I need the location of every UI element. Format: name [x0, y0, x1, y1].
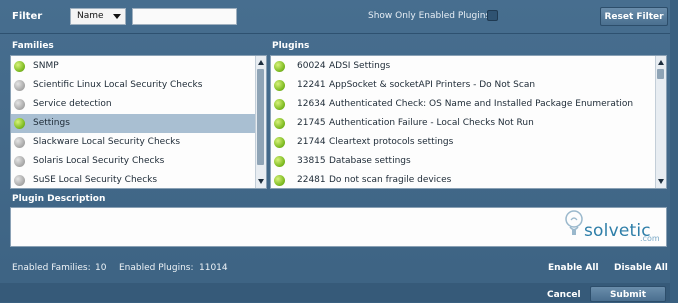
enabled-status-icon[interactable]: [274, 118, 285, 129]
plugin-id: 12241: [297, 80, 326, 90]
plugin-name: Authentication Failure - Local Checks No…: [329, 118, 534, 128]
scroll-up-icon[interactable]: [658, 60, 664, 65]
family-name: SuSE Local Security Checks: [33, 175, 158, 185]
show-only-enabled-label: Show Only Enabled Plugins: [368, 11, 491, 21]
filter-field-value: Name: [77, 11, 104, 21]
plugins-title: Plugins: [272, 41, 310, 51]
plugin-row[interactable]: 12634 Authenticated Check: OS Name and In…: [271, 95, 655, 114]
enabled-families-count: 10: [95, 263, 107, 273]
divider: [0, 33, 670, 34]
scroll-thumb[interactable]: [657, 69, 664, 79]
logo-domain: .com: [640, 234, 660, 243]
enabled-status-icon[interactable]: [274, 156, 285, 167]
plugin-id: 22481: [297, 175, 326, 185]
plugin-description-box: solvetic .com: [10, 207, 667, 247]
filter-label: Filter: [12, 11, 43, 22]
plugin-id: 60024: [297, 61, 326, 71]
disabled-status-icon[interactable]: [14, 99, 25, 110]
plugin-id: 21744: [297, 137, 326, 147]
family-name: SNMP: [33, 61, 59, 71]
filter-text-input[interactable]: [132, 8, 237, 25]
plugin-id: 12634: [297, 99, 326, 109]
family-row[interactable]: SNMP: [11, 57, 255, 76]
enabled-status-icon[interactable]: [274, 99, 285, 110]
plugin-name: Authenticated Check: OS Name and Install…: [329, 99, 634, 109]
plugin-id: 21745: [297, 118, 326, 128]
scroll-down-icon[interactable]: [658, 179, 664, 184]
plugin-description-title: Plugin Description: [12, 194, 106, 204]
scroll-down-icon[interactable]: [258, 179, 264, 184]
family-row[interactable]: Scientific Linux Local Security Checks: [11, 76, 255, 95]
family-row[interactable]: Slackware Local Security Checks: [11, 133, 255, 152]
disabled-status-icon[interactable]: [14, 80, 25, 91]
enabled-status-icon[interactable]: [274, 61, 285, 72]
plugin-row[interactable]: 33815 Database settings: [271, 152, 655, 171]
plugin-name: ADSI Settings: [329, 61, 391, 71]
enabled-status-icon[interactable]: [274, 175, 285, 186]
family-row[interactable]: Settings: [11, 114, 255, 133]
enabled-status-icon[interactable]: [14, 118, 25, 129]
family-name: Solaris Local Security Checks: [33, 156, 165, 166]
scroll-thumb[interactable]: [257, 69, 264, 165]
show-only-enabled-checkbox[interactable]: [487, 10, 498, 21]
enabled-plugins-label: Enabled Plugins:: [119, 263, 194, 273]
family-row[interactable]: Solaris Local Security Checks: [11, 152, 255, 171]
enable-all-button[interactable]: Enable All: [548, 263, 599, 273]
enabled-status-icon[interactable]: [274, 80, 285, 91]
families-list[interactable]: SuSE Local Security Checks Solaris Local …: [10, 55, 267, 189]
plugin-name: Do not scan fragile devices: [329, 175, 452, 185]
plugin-name: Cleartext protocols settings: [329, 137, 454, 147]
cancel-button[interactable]: Cancel: [547, 290, 581, 300]
disable-all-button[interactable]: Disable All: [614, 263, 668, 273]
filter-field-select[interactable]: Name: [70, 8, 126, 25]
families-scrollbar[interactable]: [255, 56, 266, 188]
plugin-row[interactable]: 21745 Authentication Failure - Local Chec…: [271, 114, 655, 133]
family-row[interactable]: Service detection: [11, 95, 255, 114]
enabled-plugins-count: 11014: [199, 263, 228, 273]
family-name: Slackware Local Security Checks: [33, 137, 181, 147]
plugin-row[interactable]: 12241 AppSocket & socketAPI Printers - Do…: [271, 76, 655, 95]
disabled-status-icon[interactable]: [14, 156, 25, 167]
family-name: Settings: [33, 118, 70, 128]
disabled-status-icon[interactable]: [14, 175, 25, 186]
plugin-id: 33815: [297, 156, 326, 166]
chevron-down-icon: [113, 14, 121, 19]
disabled-status-icon[interactable]: [14, 137, 25, 148]
plugins-list[interactable]: 22481 Do not scan fragile devices 33815 Dat…: [270, 55, 667, 189]
plugin-row[interactable]: 22481 Do not scan fragile devices: [271, 171, 655, 188]
family-name: Scientific Linux Local Security Checks: [33, 80, 203, 90]
plugin-name: Database settings: [329, 156, 411, 166]
enabled-status-icon[interactable]: [14, 61, 25, 72]
submit-button[interactable]: Submit: [590, 286, 666, 302]
plugins-scrollbar[interactable]: [655, 56, 666, 188]
enabled-families-label: Enabled Families:: [12, 263, 91, 273]
reset-filter-button[interactable]: Reset Filter: [600, 7, 668, 26]
enabled-status-icon[interactable]: [274, 137, 285, 148]
plugin-row[interactable]: 21744 Cleartext protocols settings: [271, 133, 655, 152]
solvetic-logo: solvetic .com: [562, 210, 660, 246]
scroll-up-icon[interactable]: [258, 60, 264, 65]
families-title: Families: [12, 41, 54, 51]
family-row[interactable]: SuSE Local Security Checks: [11, 171, 255, 188]
plugin-row[interactable]: 60024 ADSI Settings: [271, 57, 655, 76]
solvetic-logo-icon: [565, 210, 583, 235]
family-name: Service detection: [33, 99, 112, 109]
plugin-name: AppSocket & socketAPI Printers - Do Not …: [329, 80, 536, 90]
